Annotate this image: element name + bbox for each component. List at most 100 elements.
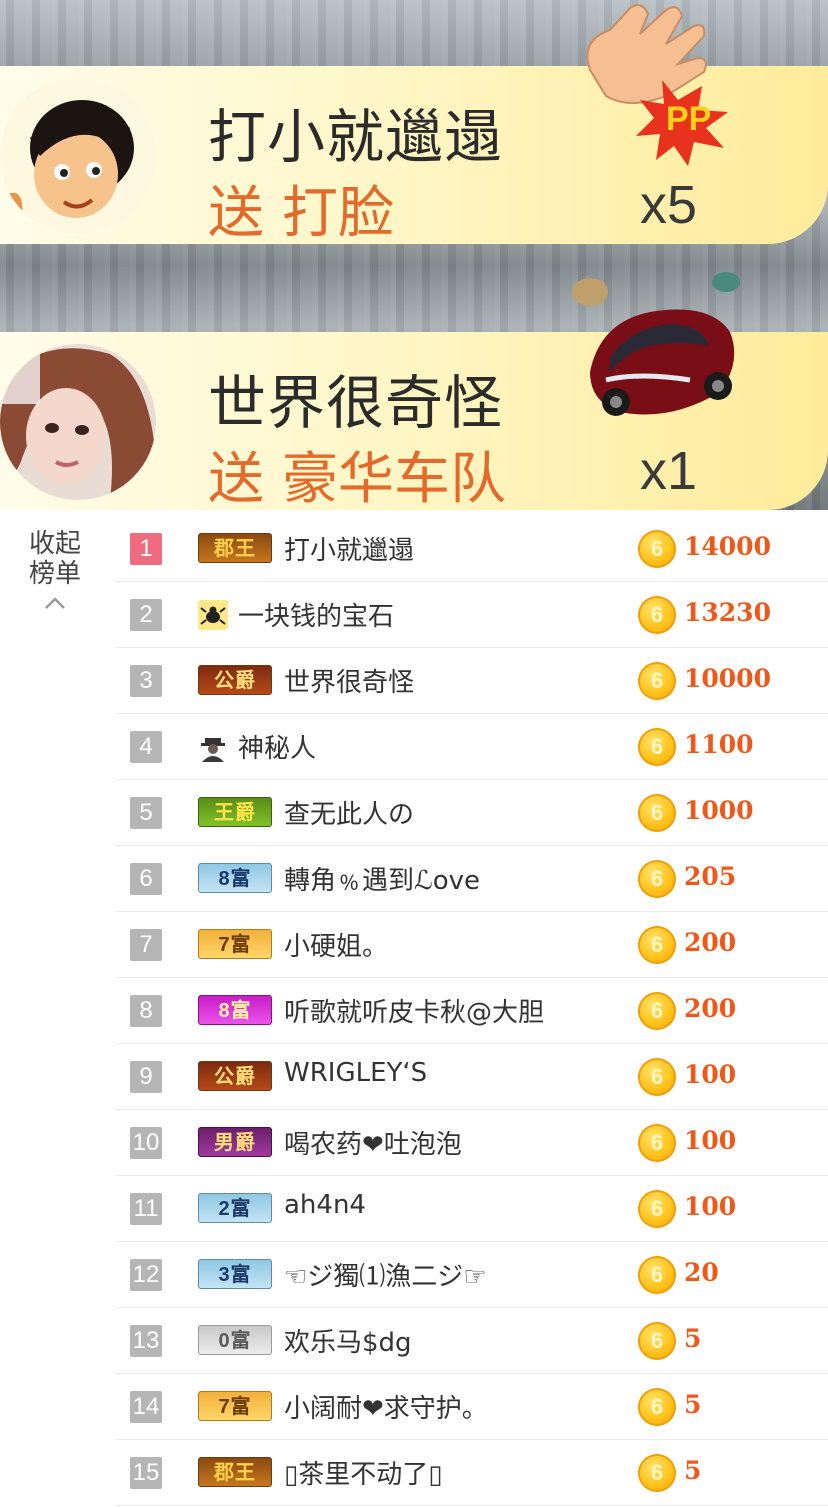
collapse-ranking-button[interactable]: 收起 榜单: [22, 528, 88, 610]
ranking-row[interactable]: 7 7富 小硬姐。 6 200: [116, 912, 828, 978]
level-badge: 0富: [198, 1325, 272, 1355]
coin-icon: 6: [638, 992, 676, 1030]
coin-symbol: 6: [650, 1460, 664, 1485]
coin-icon: 6: [638, 1124, 676, 1162]
level-badge: 公爵: [198, 1061, 272, 1091]
gift-name: 打脸: [282, 181, 394, 246]
coin-icon: 6: [638, 1388, 676, 1426]
user-name: 世界很奇怪: [284, 668, 415, 698]
user-name: 听歌就听皮卡秋@大胆: [284, 998, 545, 1028]
ranking-row[interactable]: 1 郡王 打小就邋遢 6 14000: [116, 516, 828, 582]
ranking-row[interactable]: 4 神秘人 6 1100: [116, 714, 828, 780]
coin-icon: 6: [638, 1190, 676, 1228]
rank-number: 11: [130, 1193, 162, 1225]
gift-verb: 送: [208, 447, 264, 510]
level-badge: 男爵: [198, 1127, 272, 1157]
user-name: 小阔耐❤求守护。: [284, 1394, 488, 1424]
gift-amount: 5: [684, 1390, 702, 1419]
rank-number: 14: [130, 1391, 162, 1423]
user-name: 打小就邋遢: [284, 536, 415, 566]
coin-symbol: 6: [650, 1328, 664, 1353]
gift-amount: 5: [684, 1324, 702, 1353]
collapse-label-line2: 榜单: [28, 558, 81, 588]
gift-count: x5: [640, 175, 698, 235]
coin-icon: 6: [638, 530, 676, 568]
collapse-label-line1: 收起: [28, 528, 81, 558]
ranking-row[interactable]: 9 公爵 WRIGLEY‘S 6 100: [116, 1044, 828, 1110]
level-badge: 8富: [198, 995, 272, 1025]
ranking-row[interactable]: 15 郡王 ▯茶里不动了▯ 6 5: [116, 1440, 828, 1506]
gift-name: 豪华车队: [282, 447, 506, 510]
gift-amount: 205: [684, 862, 737, 891]
rank-number: 7: [130, 929, 162, 961]
woman-photo-avatar: [0, 344, 156, 500]
chevron-up-icon: [45, 597, 65, 609]
gift-amount: 20: [684, 1258, 719, 1287]
gift-amount: 1000: [684, 796, 754, 825]
user-name: 查无此人の: [284, 800, 415, 830]
gift-amount: 14000: [684, 532, 771, 561]
level-badge: 3富: [198, 1259, 272, 1289]
coin-icon: 6: [638, 794, 676, 832]
ranking-row[interactable]: 8 8富 听歌就听皮卡秋@大胆 6 200: [116, 978, 828, 1044]
coin-icon: 6: [638, 926, 676, 964]
user-name: 轉角﹪遇到ℒove: [284, 866, 481, 896]
user-name: WRIGLEY‘S: [284, 1058, 428, 1088]
user-name: 小硬姐。: [284, 932, 389, 962]
ranking-row[interactable]: 13 0富 欢乐马$dg 6 5: [116, 1308, 828, 1374]
level-badge: 2富: [198, 1193, 272, 1223]
gift-amount: 100: [684, 1192, 737, 1221]
level-badge: 公爵: [198, 665, 272, 695]
gift-amount: 1100: [684, 730, 754, 759]
ranking-row[interactable]: 5 王爵 查无此人の 6 1000: [116, 780, 828, 846]
coin-symbol: 6: [650, 1064, 664, 1089]
coin-icon: 6: [638, 1454, 676, 1492]
rank-number: 10: [130, 1127, 162, 1159]
gift-amount: 5: [684, 1456, 702, 1485]
gift-amount: 100: [684, 1060, 737, 1089]
coin-symbol: 6: [650, 998, 664, 1023]
gift-sender-name: 打小就邋遢: [208, 103, 504, 171]
coin-symbol: 6: [650, 932, 664, 957]
ranking-row[interactable]: 10 男爵 喝农药❤吐泡泡 6 100: [116, 1110, 828, 1176]
ranking-row[interactable]: 11 2富 ah4n4 6 100: [116, 1176, 828, 1242]
coin-symbol: 6: [650, 1262, 664, 1287]
coin-symbol: 6: [650, 1130, 664, 1155]
coin-symbol: 6: [650, 668, 664, 693]
ranking-row[interactable]: 14 7富 小阔耐❤求守护。 6 5: [116, 1374, 828, 1440]
slap-hand-icon: PP: [586, 4, 728, 166]
gift-ranking-list: 1 郡王 打小就邋遢 6 14000 2 一块钱的宝石 6 13230 3 公爵 世界很奇怪 6 1000…: [116, 516, 828, 1506]
rank-number: 13: [130, 1325, 162, 1357]
level-badge: 8富: [198, 863, 272, 893]
coin-icon: 6: [638, 662, 676, 700]
user-name: 喝农药❤吐泡泡: [284, 1130, 462, 1160]
user-name: ah4n4: [284, 1190, 366, 1220]
ranking-row[interactable]: 12 3富 ☜ジ獨⑴漁二ジ☞ 6 20: [116, 1242, 828, 1308]
ranking-row[interactable]: 3 公爵 世界很奇怪 6 10000: [116, 648, 828, 714]
gift-amount: 13230: [684, 598, 771, 627]
rank-number: 12: [130, 1259, 162, 1291]
coin-icon: 6: [638, 1322, 676, 1360]
level-badge: 郡王: [198, 1457, 272, 1487]
mystery-person-icon: [201, 738, 225, 762]
gift-banner-area: 打小就邋遢 送打脸 x5 PP 世界很奇怪 送豪华车队 x1: [0, 0, 828, 510]
level-badge: 郡王: [198, 533, 272, 563]
rank-number: 5: [130, 797, 162, 829]
ranking-row[interactable]: 2 一块钱的宝石 6 13230: [116, 582, 828, 648]
user-name: 神秘人: [238, 734, 317, 764]
gift-amount: 100: [684, 1126, 737, 1155]
gift-description: 送打脸: [208, 168, 412, 249]
gift-amount: 200: [684, 994, 737, 1023]
user-name: ☜ジ獨⑴漁二ジ☞: [284, 1262, 487, 1292]
rank-number: 9: [130, 1061, 162, 1093]
gift-description: 送豪华车队: [208, 434, 524, 510]
ranking-row[interactable]: 6 8富 轉角﹪遇到ℒove 6 205: [116, 846, 828, 912]
gift-amount: 10000: [684, 664, 771, 693]
rank-number: 8: [130, 995, 162, 1027]
gift-verb: 送: [208, 181, 264, 246]
level-badge: 王爵: [198, 797, 272, 827]
coin-icon: 6: [638, 596, 676, 634]
rank-number: 6: [130, 863, 162, 895]
user-name: ▯茶里不动了▯: [284, 1460, 443, 1490]
coin-symbol: 6: [650, 536, 664, 561]
